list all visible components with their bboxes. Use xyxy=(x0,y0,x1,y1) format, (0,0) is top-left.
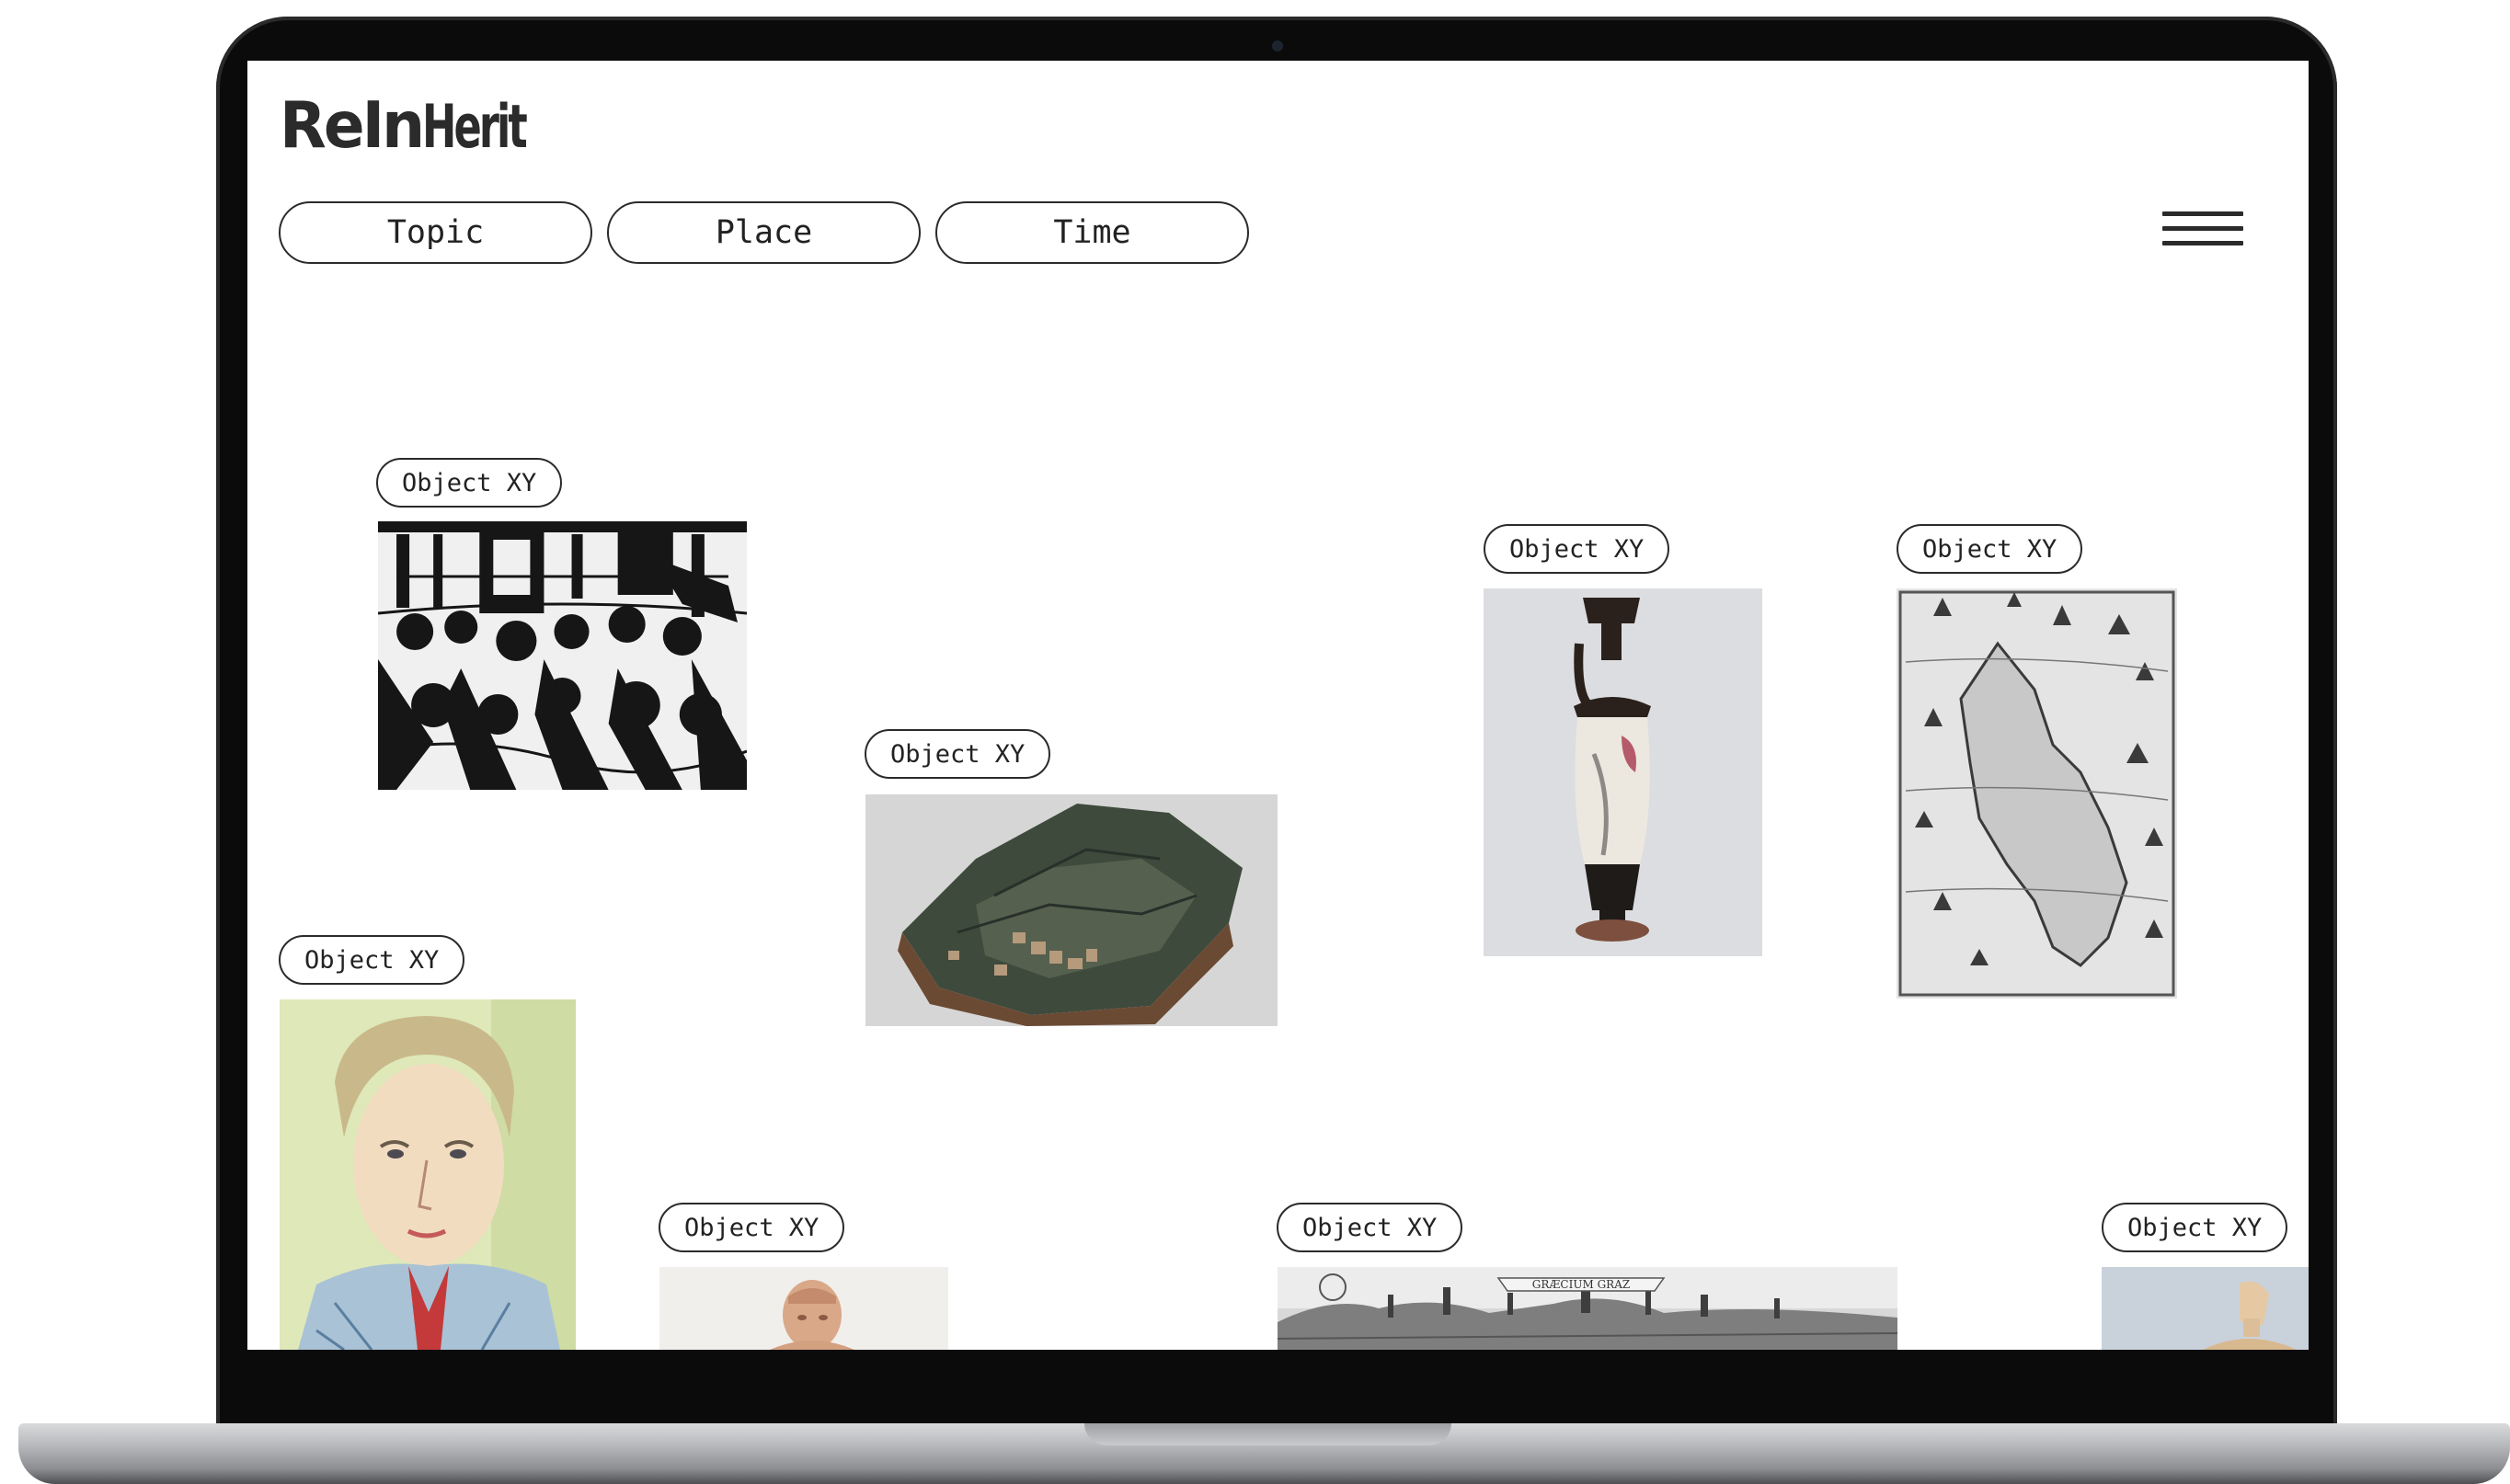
panorama-caption: GRÆCIUM GRAZ xyxy=(1532,1278,1630,1291)
object-image-lekythos[interactable] xyxy=(1484,588,1762,956)
app-screen: ReInHerit Topic Place Time Object XY Obj… xyxy=(247,61,2309,1350)
filter-place-button[interactable]: Place xyxy=(607,201,921,264)
filter-place-label: Place xyxy=(715,214,813,251)
reinherit-logo[interactable]: ReInHerit xyxy=(280,88,566,163)
object-image-fortress-model[interactable] xyxy=(865,794,1278,1026)
object-image-island-map[interactable] xyxy=(1897,588,2177,999)
menu-line xyxy=(2162,226,2243,231)
object-label[interactable]: Object XY xyxy=(1897,524,2083,574)
laptop-base-notch xyxy=(1084,1423,1451,1445)
menu-line xyxy=(2162,211,2243,216)
object-image-portrait[interactable] xyxy=(280,999,576,1350)
filter-topic-label: Topic xyxy=(386,214,485,251)
hamburger-menu-icon[interactable] xyxy=(2162,208,2245,254)
webcam xyxy=(1272,40,1283,51)
filter-topic-button[interactable]: Topic xyxy=(279,201,592,264)
object-image-city-panorama[interactable]: GRÆCIUM GRAZ xyxy=(1278,1267,1897,1350)
object-image-woodcut[interactable] xyxy=(378,521,747,790)
object-label[interactable]: Object XY xyxy=(1484,524,1670,574)
object-label[interactable]: Object XY xyxy=(659,1203,845,1252)
object-label[interactable]: Object XY xyxy=(279,935,465,985)
object-label[interactable]: Object XY xyxy=(1277,1203,1463,1252)
filter-time-button[interactable]: Time xyxy=(935,201,1249,264)
object-image-figurine[interactable] xyxy=(659,1267,948,1350)
object-image-cycladic-figure[interactable] xyxy=(2102,1267,2309,1350)
laptop-frame: ReInHerit Topic Place Time Object XY Obj… xyxy=(0,0,2510,1484)
logo-tail: Herit xyxy=(422,91,528,162)
menu-line xyxy=(2162,241,2243,245)
object-label[interactable]: Object XY xyxy=(2102,1203,2288,1252)
object-label[interactable]: Object XY xyxy=(865,729,1051,779)
filter-time-label: Time xyxy=(1053,214,1131,251)
object-label[interactable]: Object XY xyxy=(376,458,563,508)
logo-main: ReIn xyxy=(280,88,425,163)
